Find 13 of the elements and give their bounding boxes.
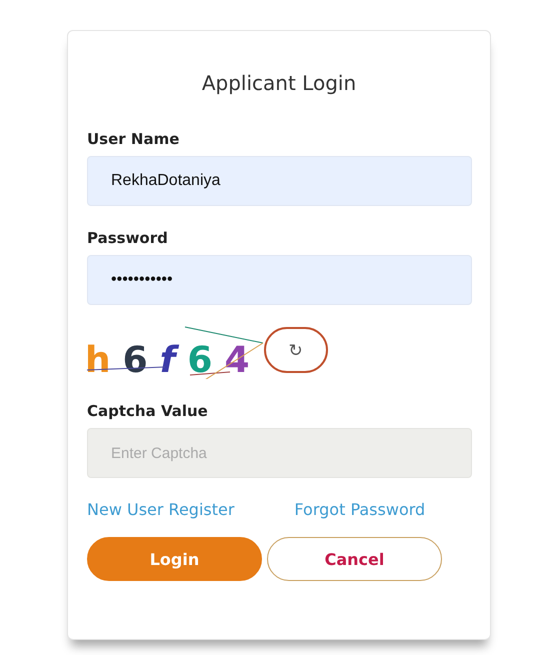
input-field[interactable]: ••••••••••• [87,255,472,305]
captcha-input-field[interactable]: Enter Captcha [87,428,472,478]
refresh-captcha-button[interactable]: ↻ [264,327,328,373]
captcha-character: 6 [187,343,212,379]
field-label: Password [87,229,168,247]
text-link[interactable]: New User Register [87,500,234,519]
field-label: User Name [87,130,180,148]
login-button[interactable]: Login [87,537,262,581]
input-field[interactable]: RekhaDotaniya [87,156,472,206]
login-title: Applicant Login [202,71,356,95]
text-link[interactable]: Forgot Password [294,500,426,519]
cancel-button[interactable]: Cancel [267,537,442,581]
field-label: Captcha Value [87,402,208,420]
